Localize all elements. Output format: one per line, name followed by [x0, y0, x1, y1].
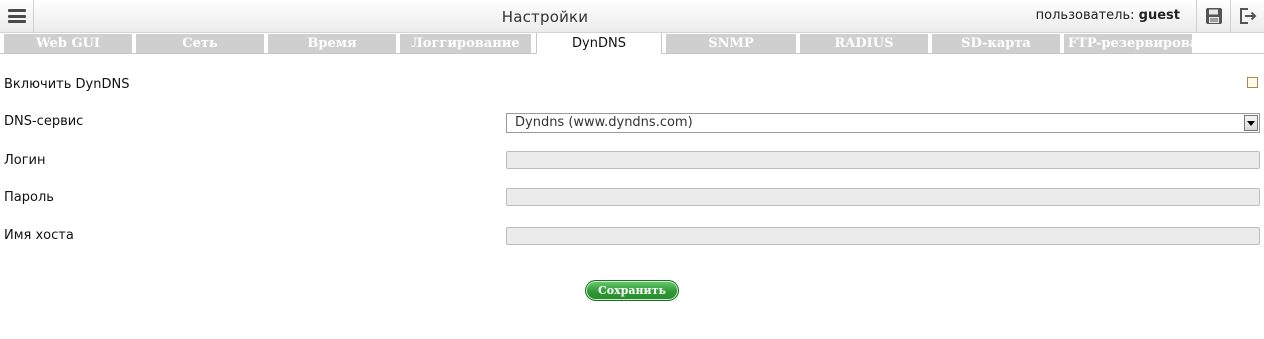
save-button[interactable]: Сохранить	[585, 280, 679, 301]
hostname-label: Имя хоста	[4, 228, 74, 243]
password-input[interactable]	[506, 188, 1260, 206]
tab-network[interactable]: Сеть	[136, 34, 264, 53]
dns-service-value: Dyndns (www.dyndns.com)	[515, 115, 693, 130]
dns-service-select[interactable]: Dyndns (www.dyndns.com)	[506, 113, 1260, 133]
enable-dyndns-label: Включить DynDNS	[4, 77, 130, 92]
user-name: guest	[1138, 8, 1180, 23]
dns-service-label: DNS-сервис	[4, 114, 84, 129]
page-title: Настройки	[501, 8, 589, 26]
login-label: Логин	[4, 153, 46, 168]
user-info: пользователь: guest	[1036, 8, 1180, 23]
top-bar: Настройки пользователь: guest	[0, 0, 1264, 33]
settings-tabs: Web GUI Сеть Время Логгирование DynDNS S…	[0, 33, 1264, 54]
chevron-down-icon[interactable]	[1244, 115, 1258, 131]
tab-web-gui[interactable]: Web GUI	[4, 34, 132, 53]
tab-snmp[interactable]: SNMP	[666, 34, 796, 53]
floppy-disk-icon	[1205, 8, 1222, 24]
logout-icon	[1240, 8, 1257, 24]
tab-radius[interactable]: RADIUS	[800, 34, 928, 53]
user-prefix: пользователь:	[1035, 8, 1135, 23]
login-input[interactable]	[506, 151, 1260, 169]
save-config-button[interactable]	[1196, 0, 1230, 32]
tab-logging[interactable]: Логгирование	[400, 34, 531, 53]
tab-ftp-backup[interactable]: FTP-резервирование	[1064, 34, 1192, 53]
tab-time[interactable]: Время	[268, 34, 396, 53]
logout-button[interactable]	[1230, 0, 1264, 32]
tab-sd-card[interactable]: SD-карта	[932, 34, 1060, 53]
hostname-input[interactable]	[506, 227, 1260, 245]
enable-dyndns-checkbox[interactable]	[1247, 77, 1258, 88]
password-label: Пароль	[4, 190, 54, 205]
tab-dyndns[interactable]: DynDNS	[536, 33, 662, 54]
